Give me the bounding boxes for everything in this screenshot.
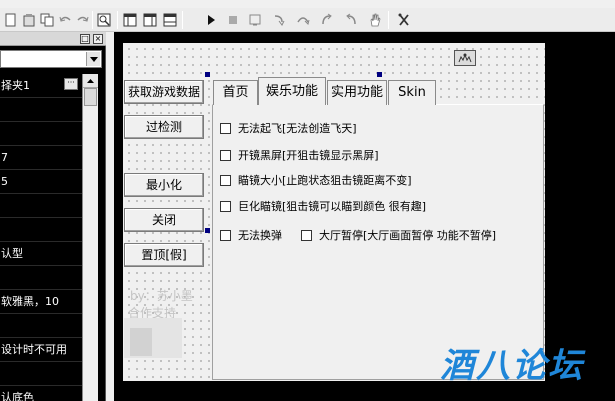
property-row[interactable]: 认型 bbox=[0, 242, 82, 266]
toolbox-icon[interactable] bbox=[395, 11, 413, 29]
run-icon[interactable] bbox=[202, 11, 220, 29]
no-reload-checkbox[interactable]: 无法换弹 bbox=[220, 227, 282, 243]
property-row[interactable] bbox=[0, 218, 82, 242]
property-row[interactable]: 7 bbox=[0, 146, 82, 170]
checkbox-label: 大厅暂停[大厅画面暂停 功能不暂停] bbox=[319, 229, 497, 242]
step-into-icon[interactable] bbox=[270, 11, 288, 29]
chevron-down-icon[interactable] bbox=[86, 52, 100, 66]
checkbox-label: 巨化瞄镜[狙击镜可以瞄到颜色 很有趣] bbox=[238, 200, 427, 213]
tab-skin[interactable]: Skin bbox=[388, 80, 436, 105]
lobby-pause-checkbox[interactable]: 大厅暂停[大厅画面暂停 功能不暂停] bbox=[301, 227, 496, 243]
checkbox-box[interactable] bbox=[220, 200, 231, 212]
checkbox-box[interactable] bbox=[220, 122, 231, 134]
no-takeoff-checkbox[interactable]: 无法起飞[无法创造飞天] bbox=[220, 120, 357, 136]
selection-handle[interactable] bbox=[205, 72, 210, 77]
property-row[interactable] bbox=[0, 194, 82, 218]
restore-icon[interactable]: □ bbox=[80, 34, 90, 44]
property-row[interactable]: 软雅黑，10 bbox=[0, 290, 82, 314]
property-scrollbar[interactable] bbox=[82, 74, 98, 401]
layout-a-icon[interactable] bbox=[121, 11, 139, 29]
scope-blackscreen-checkbox[interactable]: 开镜黑屏[开狙击镜显示黑屏] bbox=[220, 147, 379, 163]
forum-watermark-logo: 酒八论坛 bbox=[440, 346, 584, 386]
stop-icon[interactable] bbox=[224, 11, 242, 29]
object-selector[interactable] bbox=[0, 50, 102, 68]
selection-handle[interactable] bbox=[377, 72, 382, 77]
property-row[interactable] bbox=[0, 122, 82, 146]
view-icon[interactable] bbox=[95, 11, 113, 29]
tab-home[interactable]: 首页 bbox=[213, 80, 258, 105]
new-icon[interactable] bbox=[2, 11, 20, 29]
property-row[interactable]: 认底色 bbox=[0, 386, 82, 401]
close-icon[interactable]: × bbox=[93, 34, 103, 44]
property-row[interactable]: 5 bbox=[0, 170, 82, 194]
author-label: by：苏小墨 bbox=[130, 289, 193, 303]
blurred-image-mark bbox=[130, 328, 152, 356]
layout-b-icon[interactable] bbox=[141, 11, 159, 29]
close-button[interactable]: 关闭 bbox=[124, 208, 204, 232]
property-list: 择夹1 7 5 认型 软雅黑，10 设计时不可用 认底色 bbox=[0, 74, 82, 401]
checkbox-label: 瞄镜大小[止跑状态狙击镜距离不变] bbox=[238, 174, 412, 187]
checkbox-box[interactable] bbox=[301, 229, 312, 241]
checkbox-label: 无法换弹 bbox=[238, 229, 282, 242]
toolbar bbox=[0, 8, 615, 32]
checkbox-box[interactable] bbox=[220, 174, 231, 186]
property-row[interactable]: 设计时不可用 bbox=[0, 338, 82, 362]
property-row[interactable] bbox=[0, 314, 82, 338]
redo-icon[interactable] bbox=[74, 11, 92, 29]
form-icon bbox=[454, 50, 476, 66]
layout-c-icon[interactable] bbox=[161, 11, 179, 29]
property-row[interactable] bbox=[0, 98, 82, 122]
checkbox-label: 无法起飞[无法创造飞天] bbox=[238, 122, 357, 135]
tab-entertainment[interactable]: 娱乐功能 bbox=[258, 77, 326, 105]
copy-icon[interactable] bbox=[38, 11, 56, 29]
paste-icon[interactable] bbox=[20, 11, 38, 29]
menu-bar bbox=[0, 0, 615, 8]
properties-panel: □ × 择夹1 7 5 认型 软雅黑，10 设计时不可用 认底色 ··· bbox=[0, 32, 106, 401]
minimize-button[interactable]: 最小化 bbox=[124, 173, 204, 197]
step-icon[interactable] bbox=[246, 11, 264, 29]
undo-icon[interactable] bbox=[56, 11, 74, 29]
hand-icon[interactable] bbox=[366, 11, 384, 29]
giant-scope-checkbox[interactable]: 巨化瞄镜[狙击镜可以瞄到颜色 很有趣] bbox=[220, 198, 426, 214]
step-back-icon[interactable] bbox=[342, 11, 360, 29]
step-over-icon[interactable] bbox=[294, 11, 312, 29]
get-game-data-button[interactable]: 获取游戏数据 bbox=[124, 80, 204, 104]
panel-header: □ × bbox=[0, 32, 106, 46]
checkbox-box[interactable] bbox=[220, 149, 231, 161]
checkbox-label: 开镜黑屏[开狙击镜显示黑屏] bbox=[238, 149, 379, 162]
property-row[interactable] bbox=[0, 362, 82, 386]
step-out-icon[interactable] bbox=[318, 11, 336, 29]
selection-handle[interactable] bbox=[205, 228, 210, 233]
bypass-check-button[interactable]: 过检测 bbox=[124, 115, 204, 139]
checkbox-box[interactable] bbox=[220, 229, 231, 241]
scroll-thumb[interactable] bbox=[84, 88, 97, 106]
tab-utility[interactable]: 实用功能 bbox=[327, 80, 387, 105]
scroll-up-icon[interactable] bbox=[83, 74, 98, 88]
pin-top-button[interactable]: 置顶[假] bbox=[124, 243, 204, 267]
more-button[interactable]: ··· bbox=[64, 78, 78, 90]
property-row[interactable] bbox=[0, 266, 82, 290]
scope-size-checkbox[interactable]: 瞄镜大小[止跑状态狙击镜距离不变] bbox=[220, 172, 412, 188]
